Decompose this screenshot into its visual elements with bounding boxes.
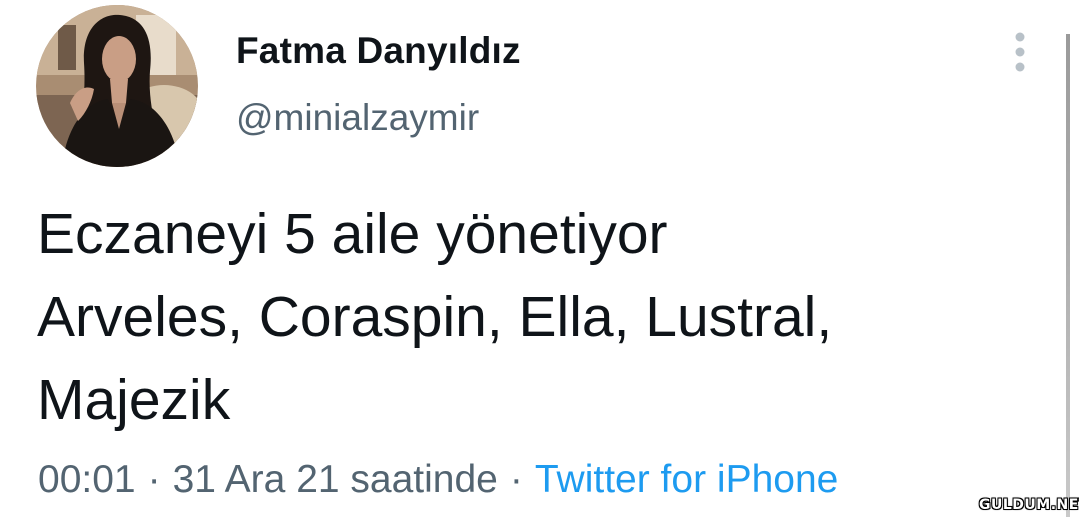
watermark: GULDUM.NET <box>979 497 1079 513</box>
tweet-line: Arveles, Coraspin, Ella, Lustral, <box>37 285 833 349</box>
avatar[interactable] <box>36 5 198 167</box>
more-options-button[interactable] <box>1004 28 1036 78</box>
tweet-date[interactable]: 31 Ara 21 saatinde <box>173 458 498 501</box>
meta-separator: · <box>509 458 523 501</box>
screen-edge-divider <box>1066 34 1070 517</box>
avatar-photo <box>36 5 198 167</box>
tweet-line: Majezik <box>37 368 231 432</box>
username-handle[interactable]: @minialzaymir <box>236 97 479 139</box>
tweet-time[interactable]: 00:01 <box>38 458 136 501</box>
tweet-line: Eczaneyi 5 aile yönetiyor <box>37 202 668 266</box>
more-vertical-icon <box>1015 32 1025 72</box>
display-name[interactable]: Fatma Danyıldız <box>236 30 521 72</box>
tweet-text: Eczaneyi 5 aile yönetiyor Arveles, Coras… <box>37 193 1027 442</box>
tweet-meta: 00:01 · 31 Ara 21 saatinde · Twitter for iPh… <box>38 458 838 502</box>
meta-separator: · <box>147 458 161 501</box>
tweet-source-link[interactable]: Twitter for iPhone <box>535 458 838 501</box>
